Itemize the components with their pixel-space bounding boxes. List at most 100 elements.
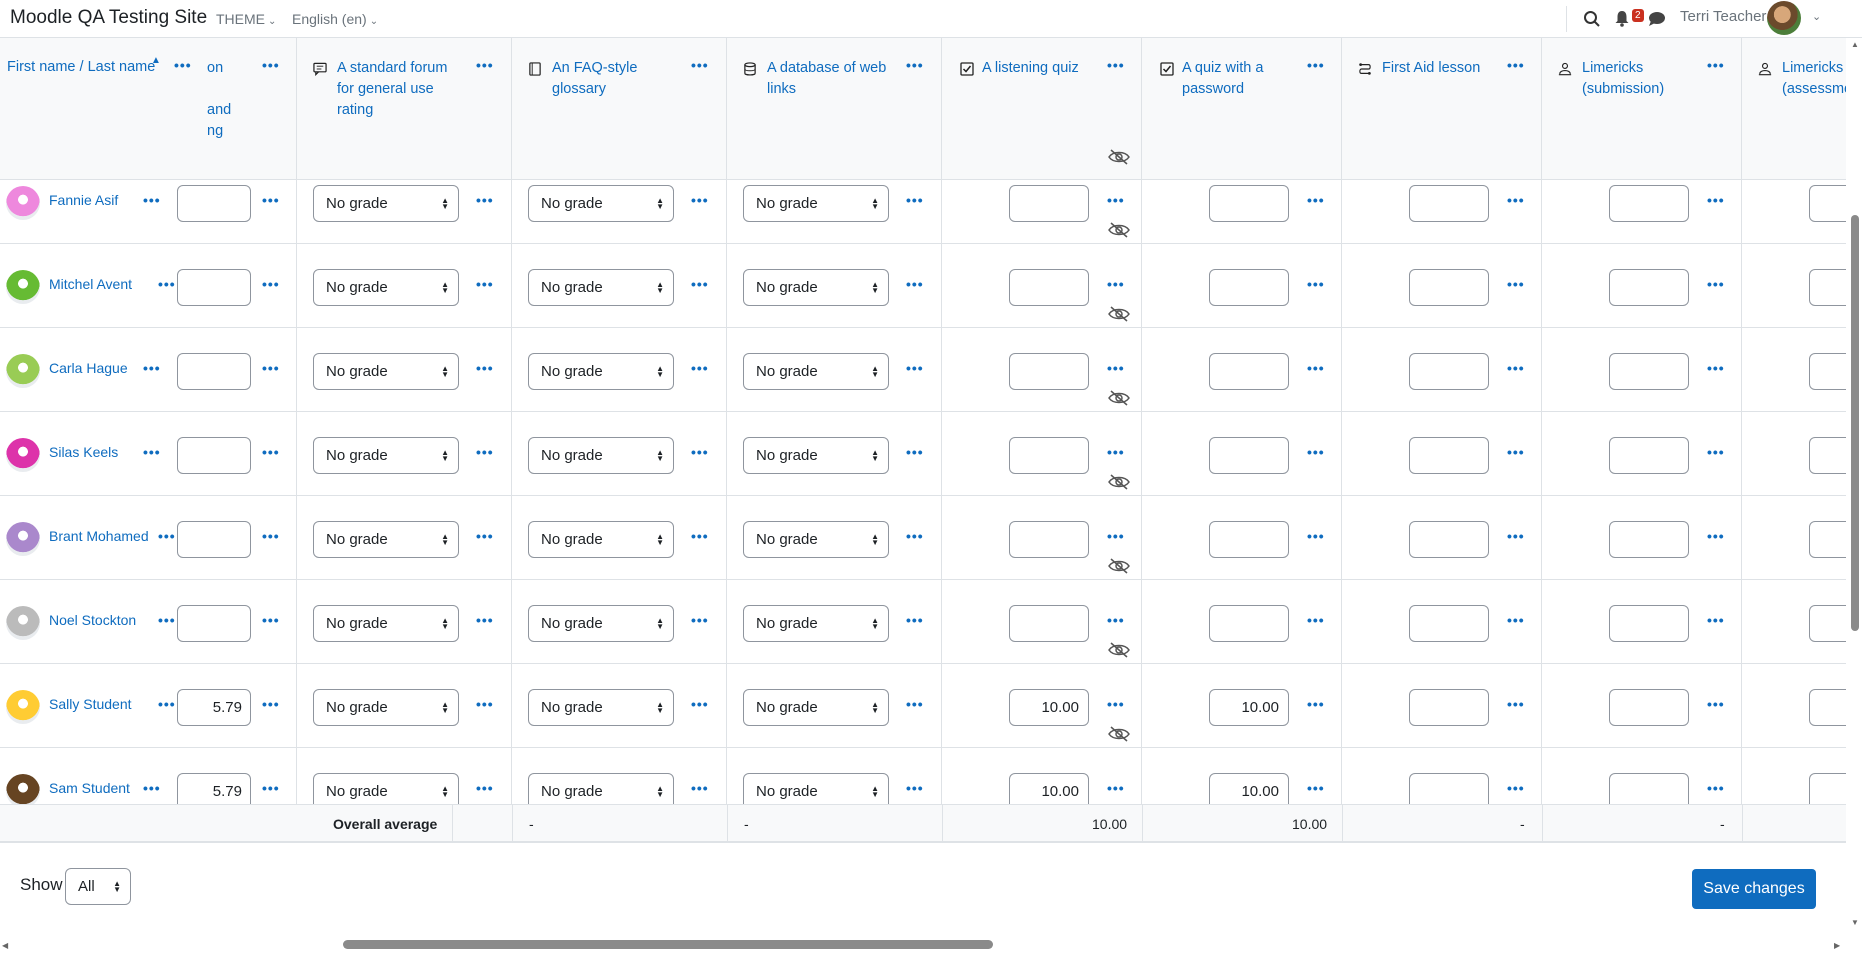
- cell-actions-menu[interactable]: •••: [691, 276, 709, 292]
- show-per-page-select[interactable]: All ▲ ▼: [65, 868, 131, 905]
- scroll-left-icon[interactable]: ◀: [2, 941, 8, 950]
- cell-actions-menu[interactable]: •••: [1107, 780, 1125, 796]
- grade-input[interactable]: [1409, 185, 1489, 222]
- grade-input[interactable]: [1609, 605, 1689, 642]
- grade-input[interactable]: [1609, 773, 1689, 804]
- cell-actions-menu[interactable]: •••: [1307, 780, 1325, 796]
- cell-actions-menu[interactable]: •••: [1707, 444, 1725, 460]
- grade-select[interactable]: No grade ▲ ▼: [528, 605, 674, 642]
- avatar[interactable]: [6, 354, 40, 388]
- student-name-link[interactable]: Carla Hague: [49, 360, 128, 376]
- cell-actions-menu[interactable]: •••: [1107, 696, 1125, 712]
- grade-input[interactable]: [1409, 773, 1489, 804]
- student-name-link[interactable]: Mitchel Avent: [49, 276, 132, 292]
- grade-input[interactable]: [1809, 269, 1846, 306]
- grade-input[interactable]: 5.79: [177, 773, 251, 804]
- grade-input[interactable]: 10.00: [1209, 773, 1289, 804]
- cell-actions-menu[interactable]: •••: [262, 780, 280, 796]
- avatar[interactable]: [6, 186, 40, 220]
- column-actions-menu[interactable]: •••: [262, 57, 280, 73]
- column-title-link[interactable]: A standard forum for general use rating: [337, 58, 467, 121]
- grade-select[interactable]: No grade ▲ ▼: [528, 185, 674, 222]
- cell-actions-menu[interactable]: •••: [1307, 528, 1325, 544]
- student-actions-menu[interactable]: •••: [158, 528, 176, 544]
- grade-input[interactable]: [1809, 605, 1846, 642]
- cell-actions-menu[interactable]: •••: [262, 528, 280, 544]
- grade-input[interactable]: [1009, 185, 1089, 222]
- grade-select[interactable]: No grade ▲ ▼: [313, 521, 459, 558]
- grade-select[interactable]: No grade ▲ ▼: [743, 689, 889, 726]
- column-title-link[interactable]: A quiz with a password: [1182, 58, 1292, 100]
- cell-actions-menu[interactable]: •••: [691, 360, 709, 376]
- cell-actions-menu[interactable]: •••: [476, 696, 494, 712]
- cell-actions-menu[interactable]: •••: [691, 444, 709, 460]
- sort-by-name-link[interactable]: First name / Last name: [7, 59, 155, 75]
- grade-input[interactable]: [1409, 689, 1489, 726]
- grade-input[interactable]: 10.00: [1209, 689, 1289, 726]
- chevron-down-icon[interactable]: ⌄: [1812, 10, 1821, 23]
- cell-actions-menu[interactable]: •••: [476, 528, 494, 544]
- grade-select[interactable]: No grade ▲ ▼: [528, 269, 674, 306]
- grade-select[interactable]: No grade ▲ ▼: [528, 521, 674, 558]
- theme-menu[interactable]: THEME ⌄: [216, 11, 276, 27]
- grade-input[interactable]: [1409, 437, 1489, 474]
- cell-actions-menu[interactable]: •••: [1707, 780, 1725, 796]
- grade-select[interactable]: No grade ▲ ▼: [528, 773, 674, 804]
- cell-actions-menu[interactable]: •••: [691, 780, 709, 796]
- language-menu[interactable]: English (en) ⌄: [292, 11, 378, 27]
- grade-input[interactable]: [177, 605, 251, 642]
- scroll-up-icon[interactable]: ▲: [1851, 40, 1859, 49]
- cell-actions-menu[interactable]: •••: [1707, 612, 1725, 628]
- avatar[interactable]: [6, 438, 40, 472]
- cell-actions-menu[interactable]: •••: [476, 276, 494, 292]
- grade-input[interactable]: [1409, 269, 1489, 306]
- cell-actions-menu[interactable]: •••: [1107, 192, 1125, 208]
- cell-actions-menu[interactable]: •••: [1307, 696, 1325, 712]
- grade-input[interactable]: [1209, 269, 1289, 306]
- cell-actions-menu[interactable]: •••: [1107, 276, 1125, 292]
- cell-actions-menu[interactable]: •••: [906, 612, 924, 628]
- column-actions-menu[interactable]: •••: [1707, 57, 1725, 73]
- grade-input[interactable]: [1009, 437, 1089, 474]
- cell-actions-menu[interactable]: •••: [1507, 696, 1525, 712]
- cell-actions-menu[interactable]: •••: [1507, 444, 1525, 460]
- grade-select[interactable]: No grade ▲ ▼: [743, 605, 889, 642]
- scroll-right-icon[interactable]: ▶: [1834, 941, 1840, 950]
- column-title-link[interactable]: First Aid lesson: [1382, 58, 1512, 79]
- cell-actions-menu[interactable]: •••: [1307, 276, 1325, 292]
- column-title-link[interactable]: Limericks (submission): [1582, 58, 1712, 100]
- grade-input[interactable]: [1009, 605, 1089, 642]
- grade-input[interactable]: [1409, 605, 1489, 642]
- grade-input[interactable]: [1209, 353, 1289, 390]
- grade-input[interactable]: [1809, 353, 1846, 390]
- messages-icon[interactable]: [1648, 11, 1666, 27]
- grade-input[interactable]: [1409, 353, 1489, 390]
- grade-input[interactable]: 10.00: [1009, 773, 1089, 804]
- grade-select[interactable]: No grade ▲ ▼: [528, 689, 674, 726]
- cell-actions-menu[interactable]: •••: [691, 612, 709, 628]
- cell-actions-menu[interactable]: •••: [1307, 444, 1325, 460]
- grade-select[interactable]: No grade ▲ ▼: [313, 773, 459, 804]
- grade-input[interactable]: [1809, 437, 1846, 474]
- column-actions-menu[interactable]: •••: [174, 57, 192, 73]
- cell-actions-menu[interactable]: •••: [1507, 780, 1525, 796]
- student-name-link[interactable]: Sally Student: [49, 696, 132, 712]
- cell-actions-menu[interactable]: •••: [1507, 528, 1525, 544]
- cell-actions-menu[interactable]: •••: [1107, 612, 1125, 628]
- cell-actions-menu[interactable]: •••: [1507, 360, 1525, 376]
- grade-select[interactable]: No grade ▲ ▼: [313, 437, 459, 474]
- cell-actions-menu[interactable]: •••: [262, 612, 280, 628]
- cell-actions-menu[interactable]: •••: [1707, 696, 1725, 712]
- cell-actions-menu[interactable]: •••: [476, 612, 494, 628]
- grade-select[interactable]: No grade ▲ ▼: [313, 269, 459, 306]
- grade-input[interactable]: [1609, 437, 1689, 474]
- cell-actions-menu[interactable]: •••: [262, 276, 280, 292]
- student-name-link[interactable]: Silas Keels: [49, 444, 118, 460]
- grade-select[interactable]: No grade ▲ ▼: [743, 269, 889, 306]
- site-name-link[interactable]: Moodle QA Testing Site: [10, 7, 207, 29]
- grade-input[interactable]: [1609, 689, 1689, 726]
- cell-actions-menu[interactable]: •••: [262, 360, 280, 376]
- grade-select[interactable]: No grade ▲ ▼: [528, 437, 674, 474]
- grade-input[interactable]: [1009, 521, 1089, 558]
- grade-select[interactable]: No grade ▲ ▼: [743, 437, 889, 474]
